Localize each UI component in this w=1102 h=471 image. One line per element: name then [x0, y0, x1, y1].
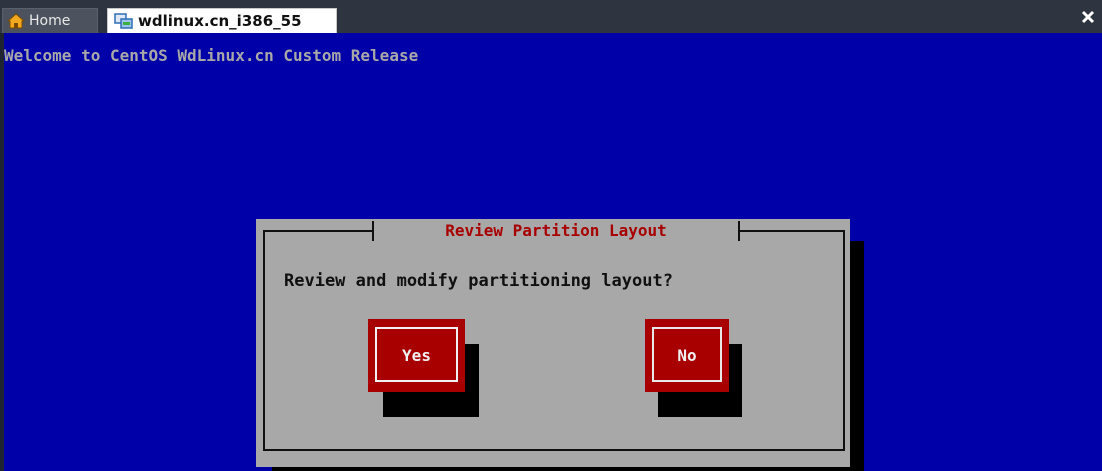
tab-bar: Home wdlinux.cn_i386_55	[0, 0, 1102, 33]
dialog-frame	[263, 230, 845, 451]
yes-button-label: Yes	[402, 346, 431, 365]
no-button[interactable]: No	[645, 319, 729, 392]
welcome-text: Welcome to CentOS WdLinux.cn Custom Rele…	[4, 46, 419, 65]
vm-icon	[114, 13, 133, 29]
tab-home[interactable]: Home	[2, 8, 98, 33]
dialog-title: Review Partition Layout	[372, 219, 740, 243]
tab-vm-label: wdlinux.cn_i386_55	[138, 12, 302, 30]
review-partition-dialog: Review Partition Layout Review and modif…	[256, 219, 850, 467]
tab-home-label: Home	[29, 13, 71, 29]
tab-vm[interactable]: wdlinux.cn_i386_55	[107, 8, 337, 33]
yes-button[interactable]: Yes	[368, 319, 465, 392]
close-icon[interactable]	[1080, 9, 1096, 25]
no-button-label: No	[677, 346, 697, 365]
home-icon	[7, 13, 25, 29]
console-screen[interactable]: Welcome to CentOS WdLinux.cn Custom Rele…	[4, 33, 1102, 471]
dialog-question: Review and modify partitioning layout?	[284, 271, 673, 291]
